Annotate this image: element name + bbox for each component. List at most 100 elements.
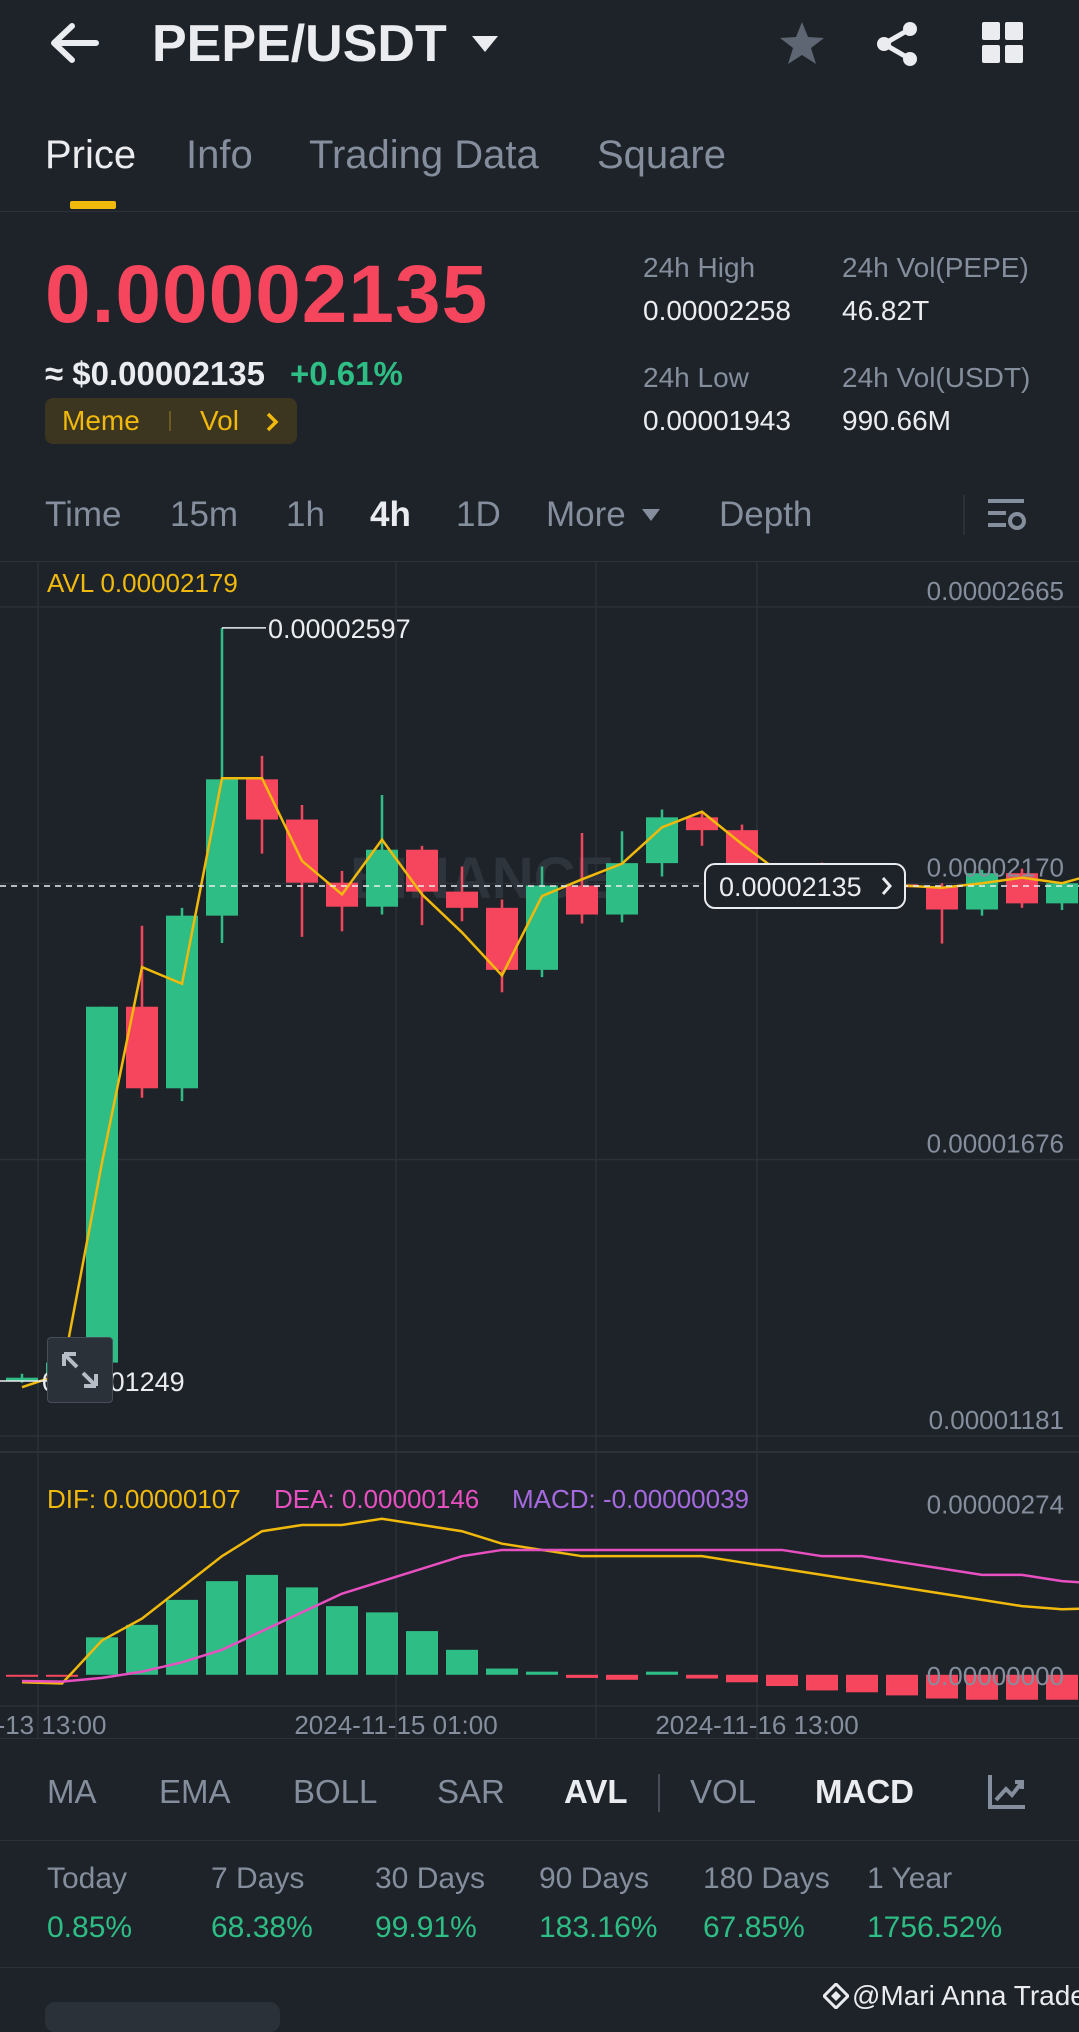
- last-price: 0.00002135: [45, 249, 489, 340]
- dea-label: DEA: 0.00000146: [274, 1484, 480, 1514]
- footer-credit: @Mari Anna Trader: [852, 1980, 1079, 2011]
- expand-icon: [62, 1352, 98, 1388]
- chart-area[interactable]: BINANCE 0.00002135 0.00002597 0.00001249 0.0…: [0, 561, 1079, 1739]
- macd-histogram-bar: [366, 1612, 398, 1675]
- candle-body: [366, 849, 398, 907]
- more-caret-icon: [641, 508, 661, 522]
- caret-down-icon[interactable]: [470, 34, 500, 54]
- indicator-chart-icon[interactable]: [987, 1772, 1027, 1810]
- footer-divider: [0, 1967, 1079, 1968]
- indicator-avl[interactable]: AVL: [564, 1773, 628, 1811]
- indicator-bottom-divider: [0, 1840, 1079, 1841]
- tag-divider: [169, 411, 171, 431]
- macd-histogram-bar: [606, 1674, 638, 1680]
- candle-body: [926, 886, 958, 910]
- perf-value-today: 0.85%: [47, 1911, 133, 1944]
- usd-price: ≈ $0.00002135: [45, 355, 265, 392]
- indicator-divider: [658, 1774, 660, 1812]
- expand-button[interactable]: [47, 1337, 113, 1403]
- macd-histogram-bar: [46, 1674, 78, 1677]
- high-value: 0.00002258: [643, 295, 791, 326]
- x-tick-label: 2024-11-15 01:00: [294, 1710, 497, 1739]
- current-price-tag: 0.00002135: [719, 872, 862, 902]
- tf-more[interactable]: More: [546, 495, 626, 535]
- tf-time[interactable]: Time: [45, 495, 121, 535]
- indicator-vol[interactable]: VOL: [690, 1773, 756, 1811]
- perf-label-7d: 7 Days: [211, 1862, 305, 1895]
- tab-info[interactable]: Info: [186, 133, 253, 178]
- macd-y-tick-label: 0.00000000: [927, 1661, 1064, 1691]
- candle-body: [6, 1377, 38, 1381]
- tag-vol[interactable]: Vol: [200, 405, 239, 437]
- tf-1h[interactable]: 1h: [286, 495, 325, 535]
- max-price-label: 0.00002597: [268, 614, 411, 644]
- candle-body: [206, 779, 238, 916]
- star-icon[interactable]: [778, 20, 826, 66]
- candle-body: [286, 819, 318, 883]
- indicator-ma[interactable]: MA: [47, 1773, 97, 1811]
- tf-4h[interactable]: 4h: [370, 495, 411, 535]
- tag-meme[interactable]: Meme: [62, 405, 140, 437]
- macd-histogram-bar: [286, 1587, 318, 1675]
- tf-1d[interactable]: 1D: [456, 495, 501, 535]
- y-tick-label: 0.00001676: [927, 1128, 1064, 1158]
- low-label: 24h Low: [643, 362, 749, 393]
- perf-label-90d: 90 Days: [539, 1862, 650, 1895]
- indicator-ema[interactable]: EMA: [159, 1773, 231, 1811]
- macd-histogram-bar: [846, 1674, 878, 1693]
- candle-body: [566, 885, 598, 915]
- macd-histogram-bar: [886, 1674, 918, 1696]
- macd-histogram-bar: [86, 1637, 118, 1675]
- vol-usdt-value: 990.66M: [842, 405, 951, 436]
- low-value: 0.00001943: [643, 405, 791, 436]
- active-tab-indicator: [70, 201, 116, 209]
- tag-box[interactable]: Meme Vol: [45, 398, 297, 444]
- header-bar: PEPE/USDT: [0, 0, 1079, 95]
- pair-title[interactable]: PEPE/USDT: [152, 14, 447, 74]
- grid-icon[interactable]: [982, 22, 1024, 64]
- tf-15m[interactable]: 15m: [170, 495, 238, 535]
- macd-histogram-bar: [206, 1581, 238, 1675]
- macd-histogram-bar: [326, 1606, 358, 1675]
- y-tick-label: 0.00002170: [927, 852, 1064, 882]
- share-icon[interactable]: [874, 20, 922, 68]
- chevron-right-icon: [265, 412, 279, 432]
- indicator-macd[interactable]: MACD: [815, 1773, 914, 1811]
- main-tabs: Price Info Trading Data Square: [0, 95, 1079, 212]
- perf-label-1y: 1 Year: [867, 1862, 953, 1895]
- candle-body: [606, 863, 638, 915]
- macd-histogram-bar: [726, 1674, 758, 1683]
- perf-value-1y: 1756.52%: [867, 1911, 1003, 1944]
- x-tick-label: 11-13 13:00: [0, 1710, 106, 1739]
- avl-label: AVL 0.00002179: [47, 568, 238, 598]
- macd-histogram-bar: [446, 1649, 478, 1675]
- indicator-sar[interactable]: SAR: [437, 1773, 505, 1811]
- arrow-left-icon[interactable]: [48, 20, 100, 66]
- perf-label-180d: 180 Days: [703, 1862, 830, 1895]
- price-change: +0.61%: [290, 355, 403, 392]
- vol-pepe-value: 46.82T: [842, 295, 930, 326]
- tab-trading-data[interactable]: Trading Data: [309, 133, 539, 178]
- bottom-pill[interactable]: [45, 2002, 280, 2032]
- macd-histogram-bar: [126, 1624, 158, 1675]
- indicator-boll[interactable]: BOLL: [293, 1773, 377, 1811]
- tab-square[interactable]: Square: [597, 133, 726, 178]
- vol-pepe-label: 24h Vol(PEPE): [842, 252, 1029, 283]
- x-tick-label: 2024-11-16 13:00: [655, 1710, 858, 1739]
- macd-y-tick-label: 0.00000274: [927, 1490, 1064, 1520]
- candle-body: [446, 891, 478, 908]
- tab-price[interactable]: Price: [45, 133, 136, 178]
- perf-label-today: Today: [47, 1862, 128, 1895]
- chart-settings-icon[interactable]: [988, 495, 1028, 535]
- macd-histogram-bar: [646, 1671, 678, 1675]
- candlestick-chart[interactable]: BINANCE 0.000021350.000025970.000012490.0…: [0, 562, 1079, 1739]
- tf-depth[interactable]: Depth: [719, 495, 812, 535]
- candle-body: [166, 915, 198, 1089]
- tf-divider: [963, 495, 965, 535]
- macd-histogram-bar: [526, 1671, 558, 1675]
- indicator-top-divider: [0, 1738, 1079, 1739]
- binance-logo-icon: [823, 1983, 849, 2009]
- perf-label-30d: 30 Days: [375, 1862, 486, 1895]
- macd-histogram-bar: [486, 1668, 518, 1675]
- macd-histogram-bar: [806, 1674, 838, 1691]
